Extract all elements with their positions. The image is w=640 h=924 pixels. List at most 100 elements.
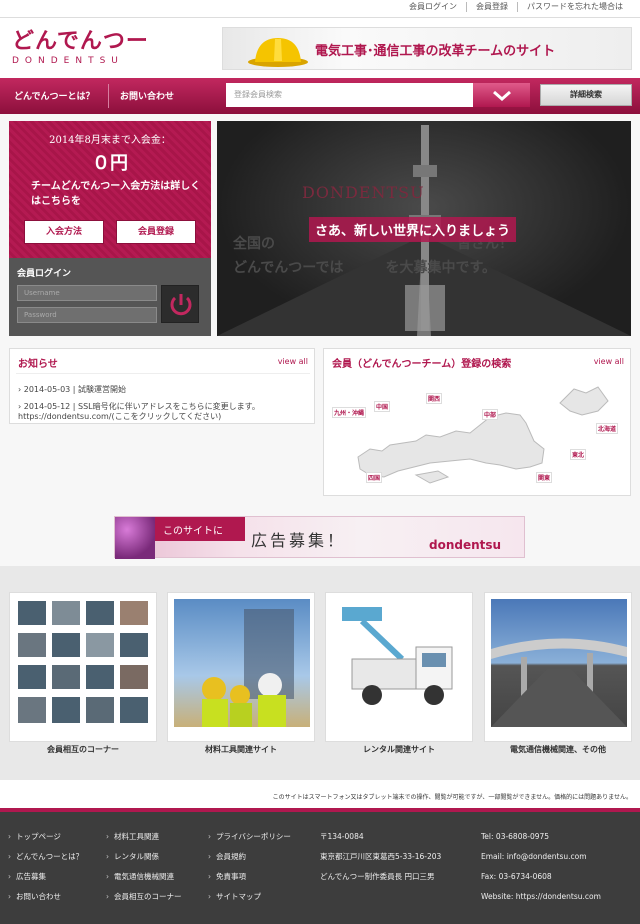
nav-about[interactable]: どんでんつーとは？: [14, 89, 95, 102]
email-link[interactable]: Email: info@dondentsu.com: [481, 852, 601, 872]
member-search-panel: 会員（どんでんつーチーム）登録の検索 view all 九州・沖縄 中国 関西 …: [323, 348, 631, 496]
nav-contact[interactable]: お問い合わせ: [120, 89, 174, 102]
top-links: 会員ログイン 会員登録 パスワードを忘れた場合は: [400, 2, 632, 12]
register-link[interactable]: 会員登録: [466, 2, 517, 12]
chevron-right-icon: ›: [8, 892, 11, 901]
representative: どんでんつー制作委員長 円口三男: [320, 872, 435, 881]
category-section: 会員相互のコーナー 材料工具関連サイト レンタル関連サイト 電気通信機械関連、そ…: [0, 566, 640, 780]
people-grid-icon: [18, 601, 148, 723]
news-title: お知らせ: [18, 359, 58, 370]
chevron-right-icon: ›: [208, 892, 211, 901]
promo-description[interactable]: チームどんでんつー入会方法は詳しくはこちらを: [31, 179, 201, 209]
category-card-tools[interactable]: [167, 592, 315, 742]
region-kansai[interactable]: 関西: [426, 393, 443, 404]
flower-image: [115, 517, 155, 559]
footer-link-label: 会員規約: [216, 852, 246, 861]
footer-col-1: › トップページ › どんでんつーとは？ › 広告募集 › お問い合わせ: [8, 832, 83, 912]
chevron-right-icon: ›: [208, 872, 211, 881]
footer-link[interactable]: › 電気通信機械関連: [106, 872, 182, 892]
footer-col-2: › 材料工具関連 › レンタル関係 › 電気通信機械関連 › 会員相互のコーナー: [106, 832, 182, 912]
news-item[interactable]: › 2014-05-03 | 試験運営開始: [18, 385, 126, 395]
footer-link-label: サイトマップ: [216, 892, 261, 901]
category-label[interactable]: 会員相互のコーナー: [9, 744, 157, 755]
footer-link[interactable]: › プライバシーポリシー: [208, 832, 291, 852]
hero-subtext-2: どんでんつーでは を大募集中です。: [233, 260, 497, 276]
phone-number: Tel: 03-6808-0975: [481, 832, 550, 841]
highway-icon: [491, 638, 627, 727]
footer-link[interactable]: › 材料工具関連: [106, 832, 182, 852]
promo-price: ０円: [92, 153, 128, 174]
website-link[interactable]: Website: https://dondentsu.com: [481, 892, 601, 912]
chevron-right-icon: ›: [106, 872, 109, 881]
promo-deadline: 2014年8月末まで入会金：: [49, 135, 171, 146]
logo-text: どんでんつー: [12, 28, 149, 54]
footer-link[interactable]: › 免責事項: [208, 872, 291, 892]
footer-link-label: 材料工具関連: [114, 832, 159, 841]
password-input[interactable]: Password: [17, 307, 157, 323]
chevron-right-icon: ›: [106, 832, 109, 841]
category-label[interactable]: レンタル関連サイト: [325, 744, 473, 755]
hero-catchphrase: さあ、新しい世界に入りましょう: [309, 217, 517, 242]
address-line: 東京都江戸川区東葛西5-33-16-203: [320, 852, 442, 861]
logo[interactable]: どんでんつー DONDENTSU: [12, 28, 152, 66]
footer-link-label: レンタル関係: [114, 852, 159, 861]
chevron-right-icon: ›: [106, 852, 109, 861]
members-photo: [16, 599, 152, 727]
login-link[interactable]: 会員ログイン: [400, 2, 466, 12]
truck-photo: [332, 599, 468, 727]
footer-link[interactable]: › 会員相互のコーナー: [106, 892, 182, 912]
login-button[interactable]: [161, 285, 199, 323]
hero-watermark: DONDENTSU: [302, 183, 425, 202]
region-kanto[interactable]: 関東: [536, 472, 553, 483]
japan-map[interactable]: 九州・沖縄 中国 関西 中部 北海道 東北 関東 四国: [330, 379, 628, 491]
forgot-password-link[interactable]: パスワードを忘れた場合は: [517, 2, 632, 12]
footer-link[interactable]: › お問い合わせ: [8, 892, 83, 912]
login-box: 会員ログイン Username Password: [9, 258, 211, 336]
construction-icon: [202, 609, 294, 727]
footer-link[interactable]: › 会員規約: [208, 852, 291, 872]
footer-link[interactable]: › 広告募集: [8, 872, 83, 892]
category-label[interactable]: 電気通信機械関連、その他: [484, 744, 632, 755]
member-search-title: 会員（どんでんつーチーム）登録の検索: [332, 359, 512, 370]
footer-link-label: プライバシーポリシー: [216, 832, 291, 841]
footer-link[interactable]: › トップページ: [8, 832, 83, 852]
category-card-members[interactable]: [9, 592, 157, 742]
news-item[interactable]: › 2014-05-12 | SSL暗号化に伴いアドレスをこちらに変更します。: [18, 402, 260, 412]
category-label[interactable]: 材料工具関連サイト: [167, 744, 315, 755]
region-chugoku[interactable]: 中国: [374, 401, 391, 412]
region-chubu[interactable]: 中部: [482, 409, 499, 420]
region-kyushu[interactable]: 九州・沖縄: [332, 407, 367, 418]
footer-link-label: トップページ: [16, 832, 61, 841]
news-view-all-link[interactable]: view all: [278, 357, 308, 366]
region-hokkaido[interactable]: 北海道: [596, 423, 619, 434]
chevron-down-icon: [493, 90, 511, 101]
footer-link[interactable]: › サイトマップ: [208, 892, 291, 912]
chevron-right-icon: ›: [8, 872, 11, 881]
postal-code: 〒134-0084: [320, 832, 364, 841]
footer-col-3: › プライバシーポリシー › 会員規約 › 免責事項 › サイトマップ: [208, 832, 291, 912]
username-input[interactable]: Username: [17, 285, 157, 301]
footer-link[interactable]: › どんでんつーとは？: [8, 852, 83, 872]
highway-photo: [491, 599, 627, 727]
news-panel: お知らせ view all › 2014-05-03 | 試験運営開始 › 20…: [9, 348, 315, 424]
footer-link-label: お問い合わせ: [16, 892, 61, 901]
hero-image: DONDENTSU 全国の 皆さん！ どんでんつーでは を大募集中です。 さあ、…: [217, 121, 631, 336]
member-search-input[interactable]: 登録会員検索: [226, 83, 472, 107]
chevron-right-icon: ›: [208, 832, 211, 841]
member-view-all-link[interactable]: view all: [594, 357, 624, 366]
footer: › トップページ › どんでんつーとは？ › 広告募集 › お問い合わせ › 材料工具関連…: [0, 808, 640, 924]
news-link[interactable]: https://dondentsu.com/(ここをクリックしてください): [18, 412, 221, 422]
device-notice: このサイトはスマートフォン又はタブレット端末での操作、閲覧が可能ですが、一部閲覧…: [0, 780, 640, 808]
detail-search-button[interactable]: 詳細検索: [540, 84, 632, 106]
search-dropdown-button[interactable]: [472, 83, 530, 107]
category-card-telecom[interactable]: [484, 592, 632, 742]
footer-link-label: どんでんつーとは？: [16, 852, 84, 861]
member-register-button[interactable]: 会員登録: [117, 221, 195, 243]
region-shikoku[interactable]: 四国: [366, 472, 383, 483]
join-method-button[interactable]: 入会方法: [25, 221, 103, 243]
region-tohoku[interactable]: 東北: [570, 449, 587, 460]
ad-banner[interactable]: このサイトに 広告募集！ dondentsu: [114, 516, 525, 559]
footer-link[interactable]: › レンタル関係: [106, 852, 182, 872]
category-card-rental[interactable]: [325, 592, 473, 742]
power-icon: [170, 294, 192, 316]
